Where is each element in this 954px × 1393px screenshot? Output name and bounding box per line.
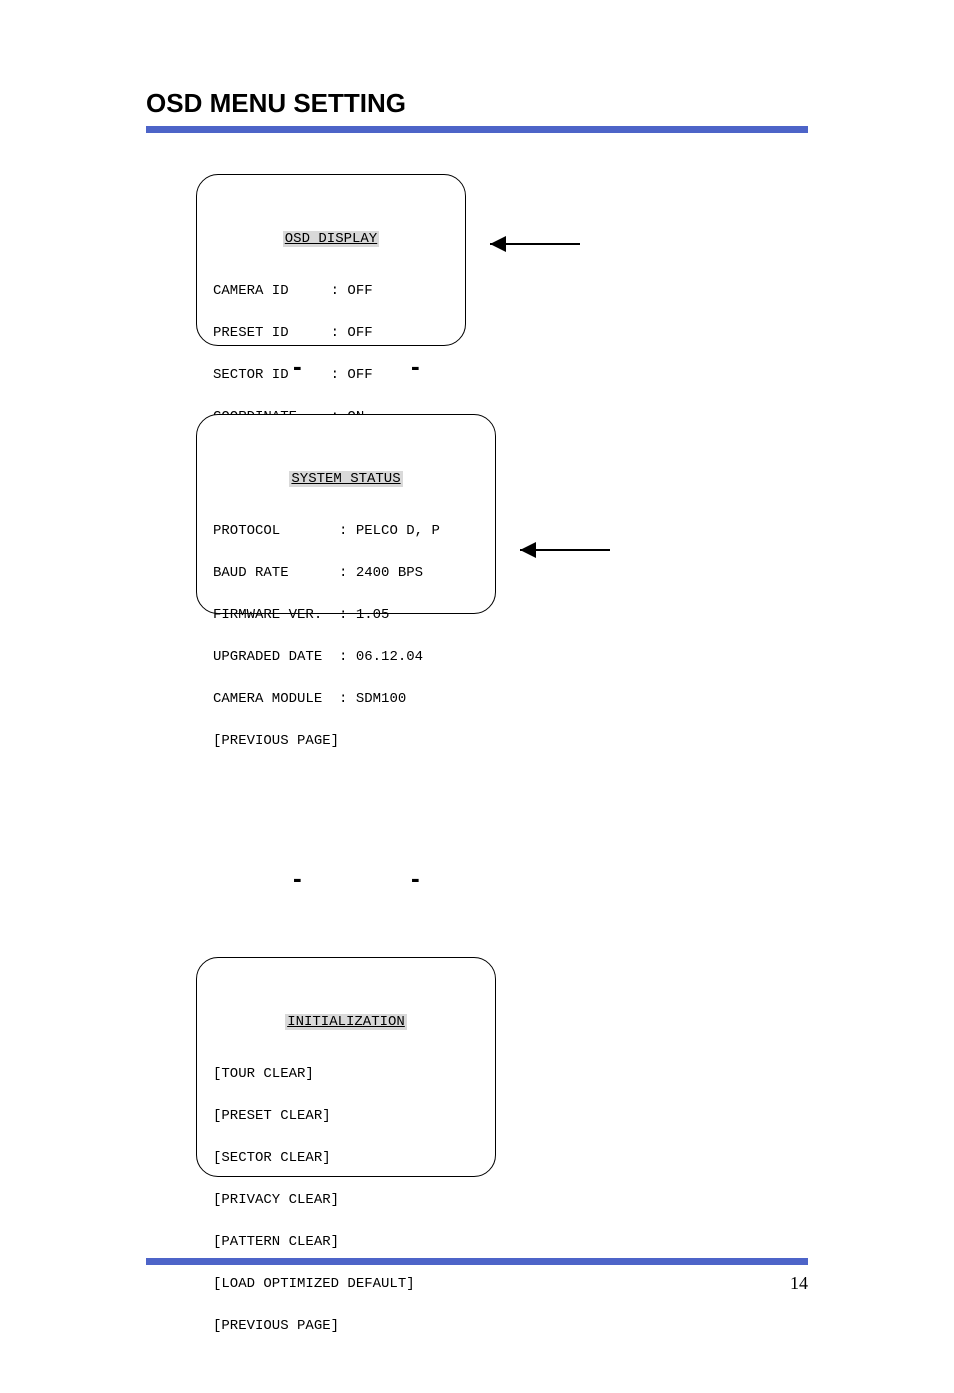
dash-icon: - <box>411 865 420 891</box>
init-privacy-clear[interactable]: [PRIVACY CLEAR] <box>213 1190 479 1211</box>
sys-row-firmware: FIRMWARE VER. : 1.05 <box>213 605 479 626</box>
arrow-left-icon <box>490 234 580 254</box>
panel-init-inner: INITIALIZATION [TOUR CLEAR] [PRESET CLEA… <box>197 958 495 1393</box>
init-previous-page[interactable]: [PREVIOUS PAGE] <box>213 1316 479 1337</box>
dash-icon: - <box>411 353 420 379</box>
panel-osd-title-wrap: OSD DISPLAY <box>213 229 449 250</box>
init-preset-clear[interactable]: [PRESET CLEAR] <box>213 1106 479 1127</box>
label: CAMERA MODULE <box>213 691 339 707</box>
label: SECTOR ID <box>213 367 331 383</box>
value: : OFF <box>331 283 373 299</box>
sys-previous-page[interactable]: [PREVIOUS PAGE] <box>213 731 479 752</box>
value: : 1.05 <box>339 607 389 623</box>
divider-top <box>146 126 808 133</box>
panel-init-title-wrap: INITIALIZATION <box>213 1012 479 1033</box>
panel-system-title: SYSTEM STATUS <box>289 471 402 487</box>
panel-system-inner: SYSTEM STATUS PROTOCOL : PELCO D, P BAUD… <box>197 415 495 808</box>
panel-init-title: INITIALIZATION <box>285 1014 407 1030</box>
label: PROTOCOL <box>213 523 339 539</box>
panel-osd-title: OSD DISPLAY <box>283 231 379 247</box>
value: : 06.12.04 <box>339 649 423 665</box>
label: BAUD RATE <box>213 565 339 581</box>
sys-row-camera-module: CAMERA MODULE : SDM100 <box>213 689 479 710</box>
label: UPGRADED DATE <box>213 649 339 665</box>
init-pattern-clear[interactable]: [PATTERN CLEAR] <box>213 1232 479 1253</box>
osd-row-camera-id[interactable]: CAMERA ID : OFF <box>213 281 449 302</box>
panel-osd-display: OSD DISPLAY CAMERA ID : OFF PRESET ID : … <box>196 174 466 346</box>
init-tour-clear[interactable]: [TOUR CLEAR] <box>213 1064 479 1085</box>
init-load-default[interactable]: [LOAD OPTIMIZED DEFAULT] <box>213 1274 479 1295</box>
arrow-left-icon <box>520 540 610 560</box>
panel-system-status: SYSTEM STATUS PROTOCOL : PELCO D, P BAUD… <box>196 414 496 614</box>
dash-icon: - <box>293 865 302 891</box>
panel-initialization: INITIALIZATION [TOUR CLEAR] [PRESET CLEA… <box>196 957 496 1177</box>
label: PRESET ID <box>213 325 331 341</box>
panel-system-title-wrap: SYSTEM STATUS <box>213 469 479 490</box>
sys-row-baud-rate: BAUD RATE : 2400 BPS <box>213 563 479 584</box>
value: : PELCO D, P <box>339 523 440 539</box>
value: : OFF <box>331 325 373 341</box>
dash-icon: - <box>293 353 302 379</box>
label: CAMERA ID <box>213 283 331 299</box>
value: : OFF <box>331 367 373 383</box>
init-sector-clear[interactable]: [SECTOR CLEAR] <box>213 1148 479 1169</box>
page-title: OSD MENU SETTING <box>146 88 406 119</box>
osd-row-preset-id[interactable]: PRESET ID : OFF <box>213 323 449 344</box>
label: FIRMWARE VER. <box>213 607 339 623</box>
value: : SDM100 <box>339 691 406 707</box>
divider-bottom <box>146 1258 808 1265</box>
page-number: 14 <box>790 1273 808 1294</box>
sys-row-protocol: PROTOCOL : PELCO D, P <box>213 521 479 542</box>
value: : 2400 BPS <box>339 565 423 581</box>
sys-row-upgraded-date: UPGRADED DATE : 06.12.04 <box>213 647 479 668</box>
